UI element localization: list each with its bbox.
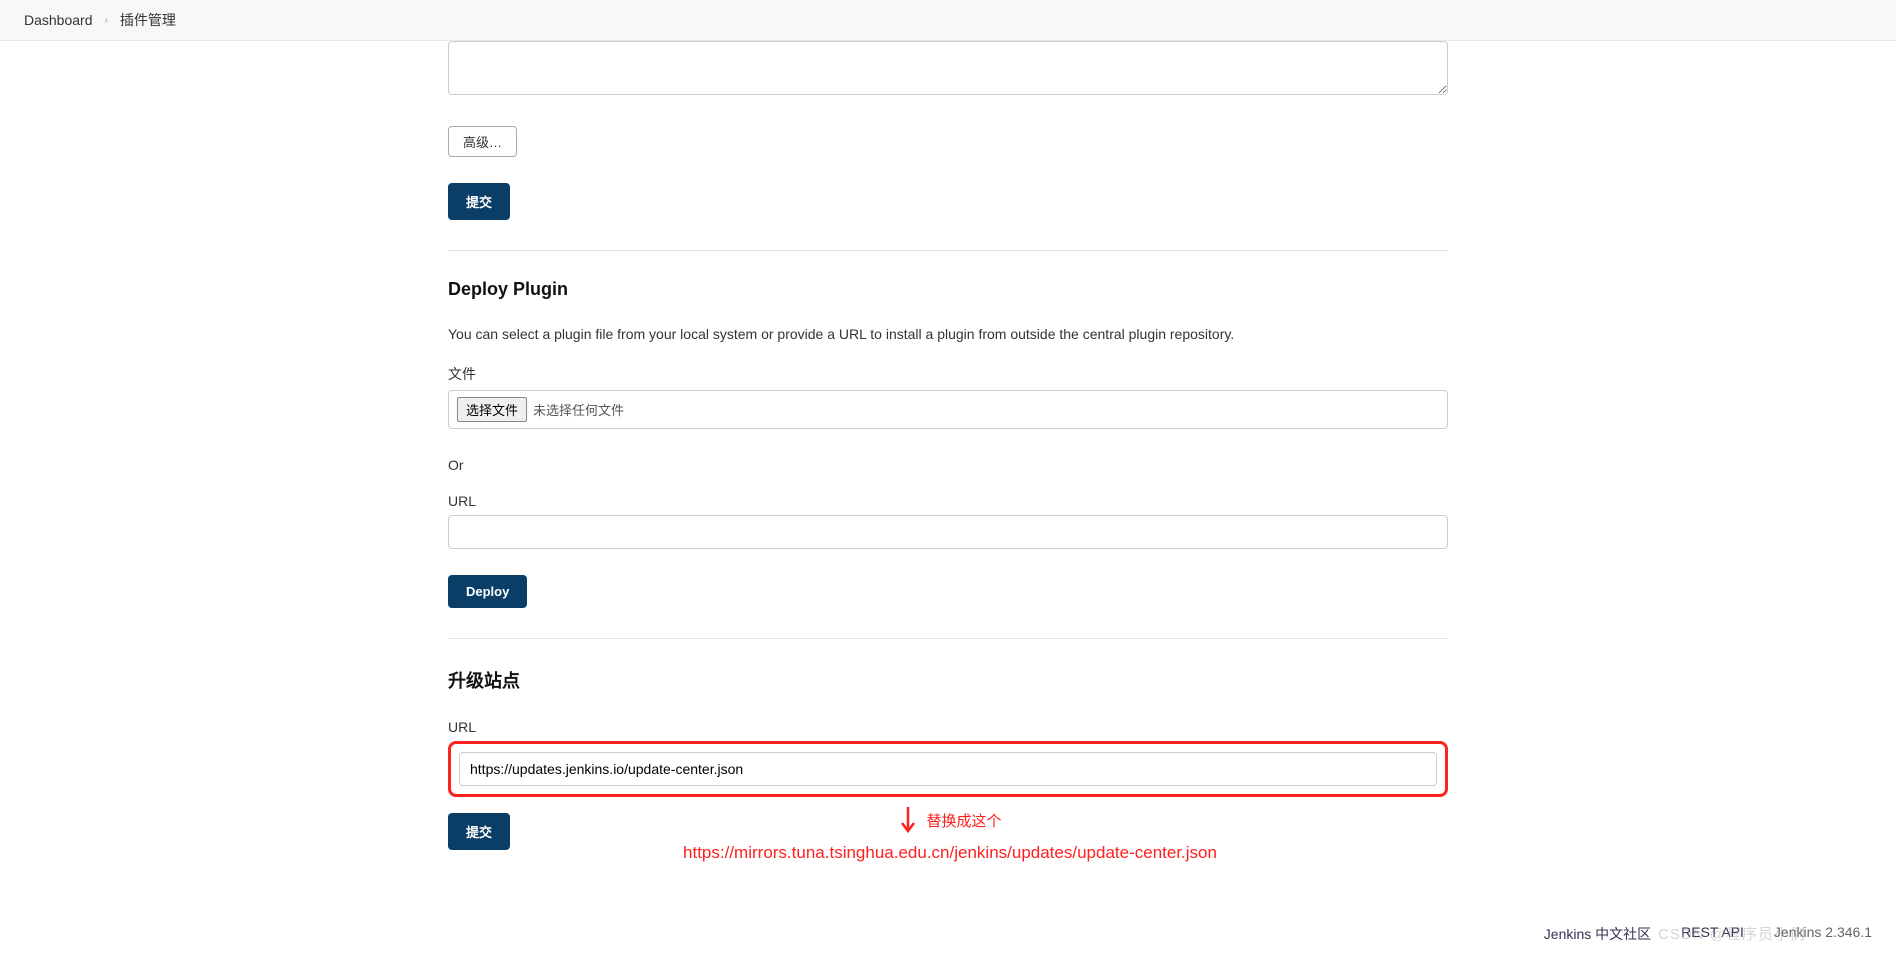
arrow-down-icon: [899, 805, 917, 835]
breadcrumb-dashboard[interactable]: Dashboard: [24, 12, 93, 28]
advanced-button[interactable]: 高级…: [448, 126, 517, 157]
deploy-url-input[interactable]: [448, 515, 1448, 549]
deploy-url-label: URL: [448, 493, 1448, 509]
main-content: 高级… 提交 Deploy Plugin You can select a pl…: [428, 41, 1468, 923]
deploy-plugin-title: Deploy Plugin: [448, 279, 1448, 300]
no-proxy-textarea[interactable]: [448, 41, 1448, 95]
or-label: Or: [448, 457, 1448, 473]
annotation-arrow-row: 替换成这个: [452, 805, 1448, 835]
highlighted-url-box: [448, 741, 1448, 797]
upgrade-url-input[interactable]: [459, 752, 1437, 786]
file-input-row[interactable]: 选择文件 未选择任何文件: [448, 390, 1448, 429]
footer-rest-api-link[interactable]: REST API: [1681, 924, 1744, 944]
footer: Jenkins 中文社区 REST API Jenkins 2.346.1: [0, 914, 1896, 954]
upgrade-site-title: 升级站点: [448, 667, 1448, 693]
submit-proxy-button[interactable]: 提交: [448, 183, 510, 220]
breadcrumb: Dashboard › 插件管理: [0, 0, 1896, 41]
annotation-label: 替换成这个: [927, 810, 1002, 831]
divider: [448, 250, 1448, 251]
deploy-plugin-desc: You can select a plugin file from your l…: [448, 326, 1448, 342]
divider: [448, 638, 1448, 639]
footer-version: Jenkins 2.346.1: [1774, 924, 1872, 944]
footer-community-link[interactable]: Jenkins 中文社区: [1544, 924, 1651, 944]
deploy-button[interactable]: Deploy: [448, 575, 527, 608]
upgrade-url-label: URL: [448, 719, 1448, 735]
file-label: 文件: [448, 364, 1448, 384]
chevron-right-icon: ›: [105, 15, 108, 26]
breadcrumb-plugin-manager[interactable]: 插件管理: [120, 10, 176, 30]
file-status-text: 未选择任何文件: [533, 400, 624, 419]
choose-file-button[interactable]: 选择文件: [457, 397, 527, 422]
annotation-url: https://mirrors.tuna.tsinghua.edu.cn/jen…: [452, 843, 1448, 863]
